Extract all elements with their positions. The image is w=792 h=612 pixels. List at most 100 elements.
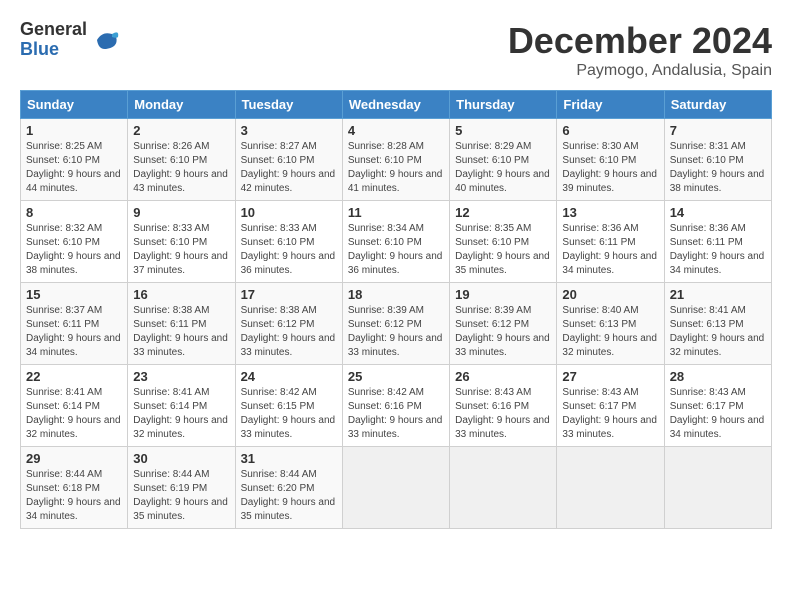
day-number: 31 [241,451,337,466]
calendar-cell: 12 Sunrise: 8:35 AM Sunset: 6:10 PM Dayl… [450,201,557,283]
day-number: 18 [348,287,444,302]
day-info: Sunrise: 8:34 AM Sunset: 6:10 PM Dayligh… [348,222,444,278]
day-number: 29 [26,451,122,466]
day-number: 8 [26,205,122,220]
day-info: Sunrise: 8:32 AM Sunset: 6:10 PM Dayligh… [26,222,122,278]
calendar-cell: 20 Sunrise: 8:40 AM Sunset: 6:13 PM Dayl… [557,283,664,365]
day-number: 5 [455,123,551,138]
day-number: 28 [670,369,766,384]
calendar-cell: 13 Sunrise: 8:36 AM Sunset: 6:11 PM Dayl… [557,201,664,283]
day-number: 30 [133,451,229,466]
calendar-cell: 26 Sunrise: 8:43 AM Sunset: 6:16 PM Dayl… [450,365,557,447]
day-info: Sunrise: 8:27 AM Sunset: 6:10 PM Dayligh… [241,140,337,196]
calendar-cell: 16 Sunrise: 8:38 AM Sunset: 6:11 PM Dayl… [128,283,235,365]
day-number: 6 [562,123,658,138]
day-number: 9 [133,205,229,220]
calendar-header-thursday: Thursday [450,91,557,119]
calendar-cell: 25 Sunrise: 8:42 AM Sunset: 6:16 PM Dayl… [342,365,449,447]
calendar-cell: 17 Sunrise: 8:38 AM Sunset: 6:12 PM Dayl… [235,283,342,365]
calendar-cell: 28 Sunrise: 8:43 AM Sunset: 6:17 PM Dayl… [664,365,771,447]
calendar-cell: 8 Sunrise: 8:32 AM Sunset: 6:10 PM Dayli… [21,201,128,283]
calendar-cell: 3 Sunrise: 8:27 AM Sunset: 6:10 PM Dayli… [235,119,342,201]
calendar-cell: 1 Sunrise: 8:25 AM Sunset: 6:10 PM Dayli… [21,119,128,201]
day-number: 26 [455,369,551,384]
calendar-cell: 29 Sunrise: 8:44 AM Sunset: 6:18 PM Dayl… [21,447,128,529]
day-info: Sunrise: 8:33 AM Sunset: 6:10 PM Dayligh… [133,222,229,278]
calendar-cell: 21 Sunrise: 8:41 AM Sunset: 6:13 PM Dayl… [664,283,771,365]
calendar-week-3: 15 Sunrise: 8:37 AM Sunset: 6:11 PM Dayl… [21,283,772,365]
day-info: Sunrise: 8:44 AM Sunset: 6:19 PM Dayligh… [133,468,229,524]
day-number: 23 [133,369,229,384]
day-info: Sunrise: 8:26 AM Sunset: 6:10 PM Dayligh… [133,140,229,196]
day-info: Sunrise: 8:30 AM Sunset: 6:10 PM Dayligh… [562,140,658,196]
day-info: Sunrise: 8:39 AM Sunset: 6:12 PM Dayligh… [348,304,444,360]
day-info: Sunrise: 8:44 AM Sunset: 6:18 PM Dayligh… [26,468,122,524]
day-number: 25 [348,369,444,384]
day-number: 1 [26,123,122,138]
day-info: Sunrise: 8:37 AM Sunset: 6:11 PM Dayligh… [26,304,122,360]
calendar-header-saturday: Saturday [664,91,771,119]
day-number: 2 [133,123,229,138]
calendar-cell: 14 Sunrise: 8:36 AM Sunset: 6:11 PM Dayl… [664,201,771,283]
day-info: Sunrise: 8:29 AM Sunset: 6:10 PM Dayligh… [455,140,551,196]
day-number: 11 [348,205,444,220]
calendar-header-tuesday: Tuesday [235,91,342,119]
calendar-cell: 31 Sunrise: 8:44 AM Sunset: 6:20 PM Dayl… [235,447,342,529]
logo-blue: Blue [20,40,87,60]
day-number: 24 [241,369,337,384]
calendar-header-sunday: Sunday [21,91,128,119]
calendar-cell [342,447,449,529]
calendar-cell: 22 Sunrise: 8:41 AM Sunset: 6:14 PM Dayl… [21,365,128,447]
calendar-cell [557,447,664,529]
day-info: Sunrise: 8:44 AM Sunset: 6:20 PM Dayligh… [241,468,337,524]
day-info: Sunrise: 8:40 AM Sunset: 6:13 PM Dayligh… [562,304,658,360]
calendar-cell: 23 Sunrise: 8:41 AM Sunset: 6:14 PM Dayl… [128,365,235,447]
calendar-cell: 27 Sunrise: 8:43 AM Sunset: 6:17 PM Dayl… [557,365,664,447]
calendar-cell: 30 Sunrise: 8:44 AM Sunset: 6:19 PM Dayl… [128,447,235,529]
location-title: Paymogo, Andalusia, Spain [508,62,772,80]
day-info: Sunrise: 8:36 AM Sunset: 6:11 PM Dayligh… [562,222,658,278]
calendar-cell: 24 Sunrise: 8:42 AM Sunset: 6:15 PM Dayl… [235,365,342,447]
day-number: 17 [241,287,337,302]
calendar-header-monday: Monday [128,91,235,119]
day-info: Sunrise: 8:42 AM Sunset: 6:16 PM Dayligh… [348,386,444,442]
calendar-week-1: 1 Sunrise: 8:25 AM Sunset: 6:10 PM Dayli… [21,119,772,201]
calendar-week-5: 29 Sunrise: 8:44 AM Sunset: 6:18 PM Dayl… [21,447,772,529]
day-number: 16 [133,287,229,302]
day-info: Sunrise: 8:33 AM Sunset: 6:10 PM Dayligh… [241,222,337,278]
day-info: Sunrise: 8:39 AM Sunset: 6:12 PM Dayligh… [455,304,551,360]
calendar-cell: 15 Sunrise: 8:37 AM Sunset: 6:11 PM Dayl… [21,283,128,365]
logo: General Blue [20,20,121,60]
calendar-cell: 10 Sunrise: 8:33 AM Sunset: 6:10 PM Dayl… [235,201,342,283]
logo-bird-icon [91,25,121,55]
day-info: Sunrise: 8:38 AM Sunset: 6:11 PM Dayligh… [133,304,229,360]
day-info: Sunrise: 8:41 AM Sunset: 6:14 PM Dayligh… [26,386,122,442]
calendar-header-wednesday: Wednesday [342,91,449,119]
day-info: Sunrise: 8:43 AM Sunset: 6:17 PM Dayligh… [670,386,766,442]
day-info: Sunrise: 8:25 AM Sunset: 6:10 PM Dayligh… [26,140,122,196]
title-block: December 2024 Paymogo, Andalusia, Spain [508,20,772,80]
day-info: Sunrise: 8:31 AM Sunset: 6:10 PM Dayligh… [670,140,766,196]
day-number: 4 [348,123,444,138]
day-number: 3 [241,123,337,138]
day-info: Sunrise: 8:43 AM Sunset: 6:17 PM Dayligh… [562,386,658,442]
day-info: Sunrise: 8:42 AM Sunset: 6:15 PM Dayligh… [241,386,337,442]
day-number: 12 [455,205,551,220]
day-info: Sunrise: 8:28 AM Sunset: 6:10 PM Dayligh… [348,140,444,196]
calendar-cell: 2 Sunrise: 8:26 AM Sunset: 6:10 PM Dayli… [128,119,235,201]
calendar-cell: 6 Sunrise: 8:30 AM Sunset: 6:10 PM Dayli… [557,119,664,201]
calendar-cell [450,447,557,529]
day-number: 27 [562,369,658,384]
calendar-cell [664,447,771,529]
day-number: 20 [562,287,658,302]
calendar-cell: 5 Sunrise: 8:29 AM Sunset: 6:10 PM Dayli… [450,119,557,201]
calendar-cell: 9 Sunrise: 8:33 AM Sunset: 6:10 PM Dayli… [128,201,235,283]
day-info: Sunrise: 8:43 AM Sunset: 6:16 PM Dayligh… [455,386,551,442]
calendar-table: SundayMondayTuesdayWednesdayThursdayFrid… [20,90,772,529]
day-info: Sunrise: 8:41 AM Sunset: 6:13 PM Dayligh… [670,304,766,360]
day-info: Sunrise: 8:35 AM Sunset: 6:10 PM Dayligh… [455,222,551,278]
calendar-cell: 11 Sunrise: 8:34 AM Sunset: 6:10 PM Dayl… [342,201,449,283]
logo-general: General [20,20,87,40]
calendar-cell: 7 Sunrise: 8:31 AM Sunset: 6:10 PM Dayli… [664,119,771,201]
day-number: 21 [670,287,766,302]
